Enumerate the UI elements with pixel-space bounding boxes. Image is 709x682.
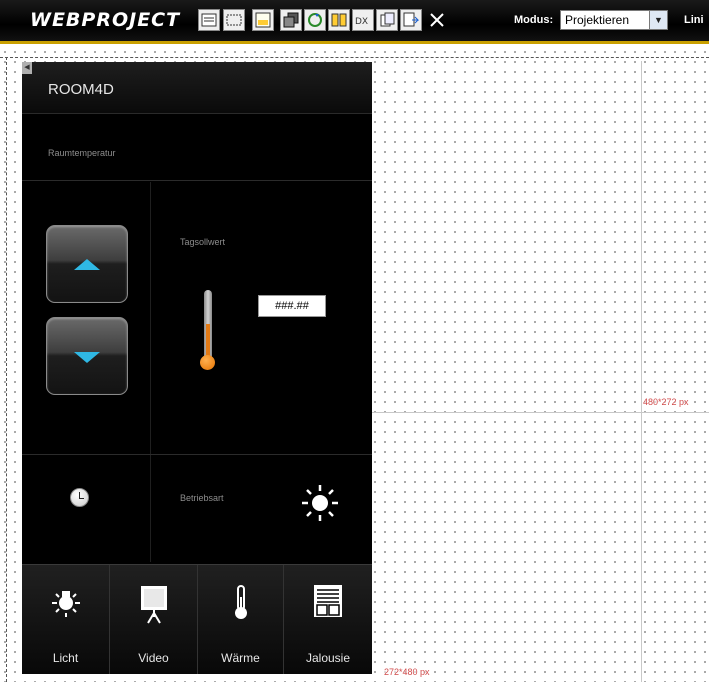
columns-button[interactable] [328,9,350,31]
chevron-down-icon[interactable]: ▼ [649,11,667,29]
svg-text:DX: DX [355,17,368,27]
export-button[interactable] [400,9,422,31]
dxf-icon: DX [355,17,368,27]
temp-up-button[interactable] [46,225,128,303]
copy-pages-button[interactable] [280,9,302,31]
column-divider [150,182,151,562]
new-page-button[interactable] [198,9,220,31]
nav-light[interactable]: Licht [22,565,110,674]
nav-heat-label: Wärme [221,651,260,665]
landscape-dimension-label: 480*272 px [643,397,689,407]
window-blinds-icon [314,585,342,617]
bottom-nav: Licht Video Wärme Jalousie [22,564,372,674]
dxf-button[interactable]: DX [352,9,374,31]
top-toolbar: WEBPROJECT DX Modus: Projektieren ▼ Lini [0,0,709,44]
section-divider [22,180,372,181]
refresh-button[interactable] [304,9,326,31]
mode-divider [22,454,372,455]
room-panel[interactable]: ◀ ROOM4D Raumtemperatur Tagsollwert ###.… [22,62,372,674]
nav-video[interactable]: Video [110,565,198,674]
landscape-bound-guide [641,61,642,682]
dialog-icon [255,12,271,28]
nav-blinds[interactable]: Jalousie [284,565,372,674]
mode-label: Betriebsart [180,493,224,503]
arrow-down-icon [74,352,100,363]
dialog-button[interactable] [252,9,274,31]
light-bulb-icon [51,591,80,617]
clipboard-icon [380,12,395,27]
setpoint-value[interactable]: ###.## [258,295,326,317]
line-menu-label[interactable]: Lini [684,14,704,26]
export-icon [403,12,419,27]
frame-button[interactable] [223,9,245,31]
section-title: Raumtemperatur [48,148,116,158]
clipboard-button[interactable] [376,9,398,31]
refresh-icon [308,13,322,27]
close-icon [430,13,444,27]
close-button[interactable] [426,9,448,31]
portrait-dimension-label: 272*480 px [384,667,430,677]
stacked-pages-icon [283,12,299,28]
arrow-up-icon [74,259,100,270]
nav-light-label: Licht [52,651,79,665]
panel-header: ◀ ROOM4D [22,62,372,114]
columns-icon [331,13,347,27]
collapse-icon[interactable]: ◀ [22,62,32,74]
app-brand: WEBPROJECT [30,9,181,31]
thermometer-icon [234,585,247,619]
page-layout-icon [201,13,217,27]
nav-blinds-label: Jalousie [305,651,351,665]
portrait-bound-guide [372,412,709,413]
left-ruler-guide [6,57,7,682]
sun-icon[interactable] [300,483,340,523]
top-ruler-guide [0,57,709,58]
nav-heat[interactable]: Wärme [198,565,284,674]
temp-down-button[interactable] [46,317,128,395]
mode-select[interactable]: Projektieren ▼ [560,10,668,30]
mode-select-value: Projektieren [565,13,630,27]
clock-icon[interactable] [70,488,89,507]
setpoint-label: Tagsollwert [180,237,226,247]
dashed-frame-icon [226,14,242,26]
mode-label: Modus: [514,14,554,26]
nav-video-label: Video [138,651,169,665]
projector-screen-icon [140,586,167,624]
thermometer-bulb [200,355,215,370]
panel-title: ROOM4D [48,81,114,98]
